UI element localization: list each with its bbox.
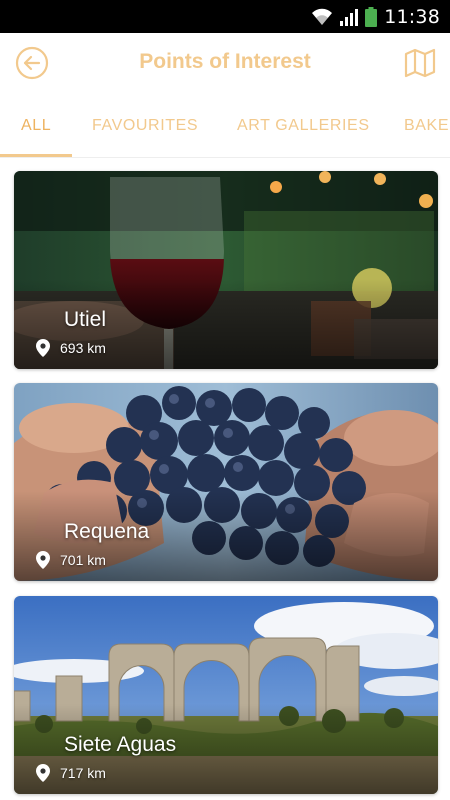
category-tabs: ALL FAVOURITES ART GALLERIES BAKE bbox=[0, 93, 450, 158]
app-bar: Points of Interest bbox=[0, 33, 450, 93]
place-name: Siete Aguas bbox=[64, 733, 177, 756]
location-pin-icon bbox=[36, 339, 50, 357]
place-card-siete-aguas[interactable]: Siete Aguas 717 km bbox=[14, 596, 438, 794]
location-pin-icon bbox=[36, 764, 50, 782]
signal-icon bbox=[340, 8, 359, 26]
tab-art-galleries[interactable]: ART GALLERIES bbox=[237, 117, 370, 135]
place-card-requena[interactable]: Requena 701 km bbox=[14, 383, 438, 581]
distance-row: 717 km bbox=[36, 764, 106, 782]
tab-bakeries[interactable]: BAKE bbox=[404, 117, 449, 135]
place-name: Utiel bbox=[64, 308, 107, 331]
points-of-interest-list: Utiel 693 km Requena 701 km Siete Aguas … bbox=[0, 158, 450, 800]
place-distance: 717 km bbox=[60, 765, 106, 781]
battery-icon bbox=[365, 6, 378, 27]
place-card-utiel[interactable]: Utiel 693 km bbox=[14, 171, 438, 369]
wifi-icon bbox=[311, 8, 333, 26]
tab-favourites[interactable]: FAVOURITES bbox=[92, 117, 198, 135]
page-title: Points of Interest bbox=[139, 50, 311, 73]
tab-all[interactable]: ALL bbox=[21, 117, 51, 135]
status-bar: 11:38 bbox=[0, 0, 450, 33]
distance-row: 701 km bbox=[36, 551, 106, 569]
distance-row: 693 km bbox=[36, 339, 106, 357]
location-pin-icon bbox=[36, 551, 50, 569]
map-view-button[interactable] bbox=[402, 45, 438, 81]
place-name: Requena bbox=[64, 520, 150, 543]
map-icon bbox=[404, 48, 436, 78]
place-distance: 701 km bbox=[60, 552, 106, 568]
place-distance: 693 km bbox=[60, 340, 106, 356]
clock: 11:38 bbox=[384, 5, 440, 28]
